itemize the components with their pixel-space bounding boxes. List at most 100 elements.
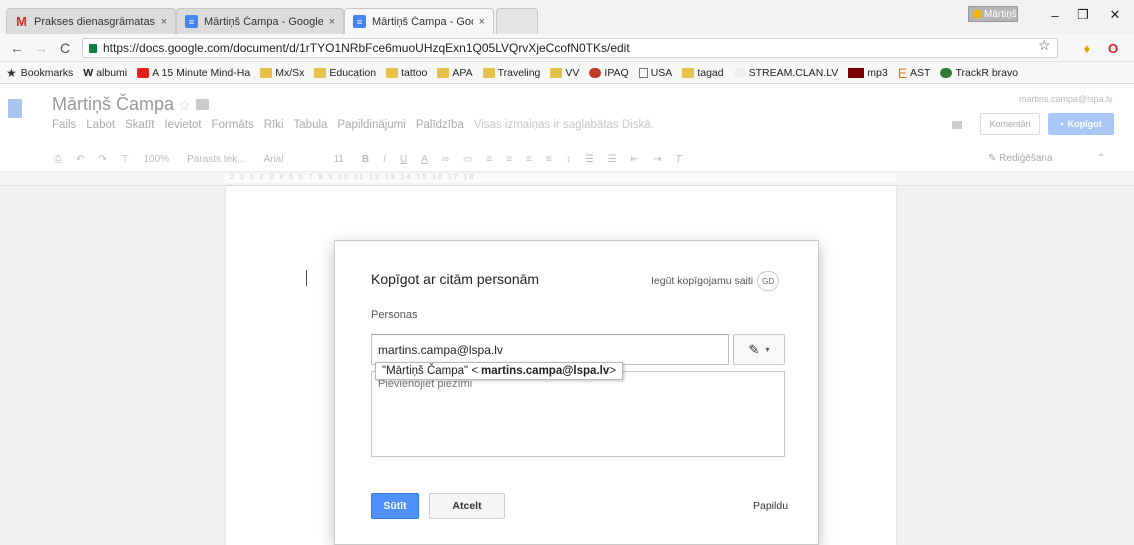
bookmark-item[interactable]: Education	[314, 67, 376, 79]
close-icon[interactable]: ×	[161, 16, 167, 28]
document-title[interactable]: Mārtiņš Čampa	[52, 94, 174, 115]
bookmark-label: APA	[452, 66, 473, 79]
print-icon[interactable]: ⎙	[54, 154, 62, 165]
clear-format-icon[interactable]: T	[675, 154, 681, 165]
bookmark-item[interactable]: W albumi	[83, 67, 127, 79]
folder-icon	[314, 67, 327, 78]
menu-format[interactable]: Formāts	[212, 119, 254, 131]
page-icon	[638, 67, 648, 78]
bookmark-item[interactable]: Mx/Sx	[260, 67, 304, 79]
underline-icon[interactable]: U	[400, 154, 407, 165]
cancel-button[interactable]: Atcelt	[429, 493, 505, 519]
align-center-icon[interactable]: ≡	[506, 154, 512, 165]
bookmark-label: Mx/Sx	[275, 66, 305, 79]
indent-more-icon[interactable]: ⇥	[653, 154, 661, 165]
comments-button[interactable]: Komentāri	[980, 113, 1040, 135]
menu-help[interactable]: Palīdzība	[416, 119, 464, 131]
redo-icon[interactable]: ↷	[98, 154, 106, 165]
dialog-title: Kopīgot ar citām personām	[371, 271, 540, 287]
bookmark-item[interactable]: USA	[638, 67, 672, 79]
bold-icon[interactable]: B	[362, 154, 369, 165]
tab-gmail[interactable]: M Prakses dienasgrāmatas ×	[6, 8, 176, 34]
align-right-icon[interactable]: ≡	[526, 154, 532, 165]
people-input[interactable]	[371, 334, 729, 365]
permission-dropdown[interactable]: ✎ ▾	[733, 334, 785, 365]
share-dialog: Kopīgot ar citām personām Iegūt kopīgoja…	[334, 240, 819, 545]
indent-less-icon[interactable]: ⇤	[631, 154, 639, 165]
align-left-icon[interactable]: ≡	[486, 154, 492, 165]
new-tab-button[interactable]	[496, 8, 538, 34]
text-color-icon[interactable]: A	[421, 154, 428, 165]
menu-tools[interactable]: Rīki	[264, 119, 284, 131]
profile-button[interactable]: Mārtiņš	[968, 6, 1018, 22]
editing-mode-select[interactable]: ✎ Rediģēšana	[988, 153, 1053, 164]
get-link-button[interactable]: Iegūt kopīgojamu saiti GD	[651, 271, 780, 291]
bookmark-item[interactable]: E AST	[898, 65, 931, 81]
bookmark-label: tagad	[697, 66, 724, 79]
paint-format-icon[interactable]: ⊤	[121, 154, 130, 165]
bookmark-item[interactable]: ★ Bookmarks	[6, 66, 73, 80]
profile-name: Mārtiņš	[984, 8, 1017, 20]
font-size-select[interactable]: 11	[333, 154, 343, 165]
undo-icon[interactable]: ↶	[76, 154, 84, 165]
bookmark-star-icon[interactable]: ☆	[1038, 37, 1051, 54]
opera-icon[interactable]: O	[1104, 39, 1122, 57]
advanced-link[interactable]: Papildu	[753, 500, 788, 512]
account-email[interactable]: martins.campa@lspa.lv	[1019, 94, 1113, 104]
bookmark-item[interactable]: APA	[437, 66, 473, 79]
menu-insert[interactable]: Ievietot	[164, 119, 201, 131]
reload-icon[interactable]: C	[56, 39, 74, 57]
tab-title: Prakses dienasgrāmatas	[34, 15, 155, 28]
send-button[interactable]: Sūtīt	[371, 493, 419, 519]
docs-toolbar: ⎙ ↶ ↷ ⊤ 100% Parasts tek... Arial 11 B I…	[0, 148, 1134, 172]
restore-icon[interactable]: ❐	[1068, 6, 1098, 24]
bookmark-item[interactable]: IPAQ	[589, 67, 629, 79]
bookmark-item[interactable]: tagad	[682, 66, 724, 79]
bulleted-list-icon[interactable]: ☰	[608, 154, 617, 165]
extension-icon[interactable]: ♦	[1078, 39, 1096, 57]
bookmark-item[interactable]: mp3	[848, 67, 888, 79]
window-close-icon[interactable]: ✕	[1100, 6, 1130, 24]
close-icon[interactable]: ×	[479, 16, 485, 28]
bookmark-item[interactable]: A 15 Minute Mind-Ha	[137, 67, 250, 79]
star-icon[interactable]: ☆	[178, 97, 191, 114]
style-select[interactable]: Parasts tek...	[187, 154, 245, 165]
link-icon[interactable]: ∞	[442, 154, 449, 165]
tab-docs-1[interactable]: ≡ Mārtiņš Čampa - Google ×	[176, 8, 344, 34]
close-icon[interactable]: ×	[329, 16, 335, 28]
menu-edit[interactable]: Labot	[86, 119, 115, 131]
chevron-down-icon: ▾	[765, 345, 770, 354]
menu-table[interactable]: Tabula	[294, 119, 328, 131]
numbered-list-icon[interactable]: ☰	[585, 154, 594, 165]
minimize-icon[interactable]: –	[1040, 6, 1070, 24]
note-textarea[interactable]	[371, 371, 785, 457]
pencil-icon: ✎	[988, 153, 1000, 164]
menu-view[interactable]: Skatīt	[125, 119, 154, 131]
docs-logo-icon[interactable]	[8, 99, 22, 118]
zoom-select[interactable]: 100%	[144, 154, 170, 165]
justify-icon[interactable]: ≡	[546, 154, 552, 165]
collapse-icon[interactable]: ⌃	[1096, 151, 1106, 165]
forward-arrow-icon[interactable]: →	[32, 39, 50, 57]
back-arrow-icon[interactable]: ←	[8, 39, 26, 57]
docs-menu-bar: Fails Labot Skatīt Ievietot Formāts Rīki…	[52, 119, 664, 131]
bookmark-item[interactable]: TrackR bravo	[940, 67, 1018, 79]
menu-file[interactable]: Fails	[52, 119, 76, 131]
bookmark-item[interactable]: tattoo	[386, 67, 427, 79]
bookmark-item[interactable]: STREAM.CLAN.LV	[733, 67, 838, 79]
bookmark-item[interactable]: Traveling	[482, 67, 540, 79]
url-bar[interactable]: https://docs.google.com/document/d/1rTYO…	[82, 38, 1058, 58]
bookmark-item[interactable]: VV	[550, 67, 579, 79]
folder-icon[interactable]	[196, 99, 209, 110]
line-spacing-icon[interactable]: ↕	[566, 154, 571, 165]
ruler-track[interactable]: 2 1 1 2 3 4 5 6 7 8 9 10 11 12 13 14 15 …	[224, 174, 896, 183]
font-select[interactable]: Arial	[263, 154, 283, 165]
italic-icon[interactable]: I	[383, 154, 386, 165]
tab-docs-2[interactable]: ≡ Mārtiņš Čampa - Google ×	[344, 8, 494, 34]
share-button[interactable]: ▪ Kopīgot	[1048, 113, 1114, 135]
autocomplete-suggestion[interactable]: "Mārtiņš Čampa" < martins.campa@lspa.lv >	[375, 362, 623, 380]
comment-icon[interactable]	[952, 121, 962, 129]
bookmark-label: Education	[329, 66, 377, 79]
comment-add-icon[interactable]: ▭	[463, 154, 472, 165]
menu-addons[interactable]: Papildinājumi	[337, 119, 405, 131]
